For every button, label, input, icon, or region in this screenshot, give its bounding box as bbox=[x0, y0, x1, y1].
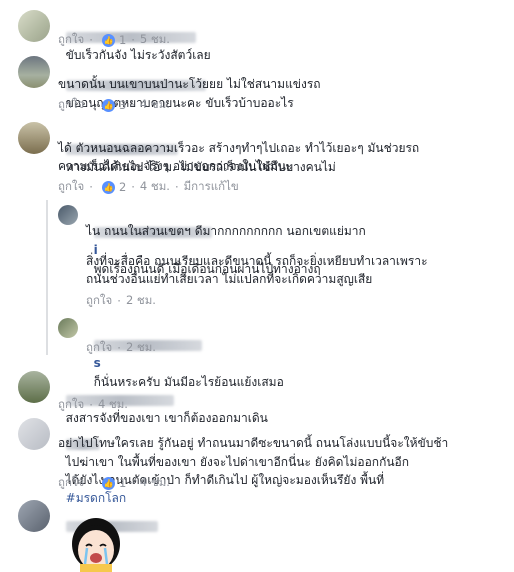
avatar[interactable] bbox=[58, 318, 78, 338]
comment-meta: ถูกใจ · 👍 1 · 5 ชม. bbox=[58, 31, 170, 49]
timestamp[interactable]: 2 ชม. bbox=[126, 339, 156, 357]
comment-line: ความเร็วได้เยอะจริงๆ อย่าบอกว่าจงใบไม่มี… bbox=[58, 159, 293, 173]
crying-girl-sticker bbox=[72, 518, 120, 572]
comment-meta: ถูกใจ · 👍 1 · 4 ชม. bbox=[58, 474, 170, 492]
reply-author-suffix[interactable]: s bbox=[94, 356, 101, 370]
like-link[interactable]: ถูกใจ bbox=[86, 292, 112, 310]
comment-meta: ถูกใจ · 👍 2 · 4 ชม. · มีการแก้ไข bbox=[58, 178, 239, 196]
comment-meta: ถูกใจ · 4 ชม. bbox=[58, 396, 128, 414]
reply-meta: ถูกใจ · 2 ชม. bbox=[86, 292, 156, 310]
reply-line: สิ่งที่จะสื่อคือ ถนนเรียบและดีขนาดนี้ รถ… bbox=[86, 254, 428, 268]
timestamp[interactable]: 4 ชม. bbox=[140, 178, 170, 196]
comment-line: อย่าไปโทษใครเลย รู้กันอยู่ ทำถนนมาดีซะขน… bbox=[58, 436, 449, 450]
thumbs-up-icon: 👍 bbox=[101, 476, 115, 490]
avatar[interactable] bbox=[18, 371, 50, 403]
like-count[interactable]: 1 bbox=[119, 476, 126, 490]
like-link[interactable]: ถูกใจ bbox=[58, 96, 84, 114]
comment-line: ได้ ตัวหนอนฉลอความเร็วอะ สร้างๆทำๆไปเถอะ… bbox=[58, 141, 420, 155]
like-link[interactable]: ถูกใจ bbox=[58, 178, 84, 196]
like-count[interactable]: 1 bbox=[119, 33, 126, 47]
timestamp[interactable]: 2 ชม. bbox=[126, 292, 156, 310]
thumbs-up-icon: 👍 bbox=[101, 98, 115, 112]
reply-line: ถนนช่วงอื่นแย่ทำเสียเวลา ไม่แปลกที่จะเกิ… bbox=[86, 272, 373, 286]
avatar[interactable] bbox=[18, 56, 50, 88]
comment-meta: ถูกใจ · 👍 3 · 4 ชม. bbox=[58, 96, 170, 114]
avatar[interactable] bbox=[18, 418, 50, 450]
timestamp[interactable]: 4 ชม. bbox=[98, 396, 128, 414]
reply-meta: ถูกใจ · 2 ชม. bbox=[86, 339, 156, 357]
like-count[interactable]: 3 bbox=[119, 98, 126, 112]
timestamp[interactable]: 4 ชม. bbox=[140, 474, 170, 492]
timestamp[interactable]: 4 ชม. bbox=[140, 96, 170, 114]
avatar[interactable] bbox=[18, 500, 50, 532]
like-link[interactable]: ถูกใจ bbox=[58, 474, 84, 492]
thumbs-up-icon: 👍 bbox=[101, 33, 115, 47]
thumbs-up-icon: 👍 bbox=[101, 180, 115, 194]
avatar[interactable] bbox=[58, 205, 78, 225]
timestamp[interactable]: 5 ชม. bbox=[140, 31, 170, 49]
like-link[interactable]: ถูกใจ bbox=[58, 396, 84, 414]
reply-thread-line bbox=[46, 200, 48, 355]
comment-line: ขนาดนั้น บนเขาบนป่านะโว้ยยย ไม่ใช่สนามแข… bbox=[58, 77, 321, 91]
avatar[interactable] bbox=[18, 10, 50, 42]
like-link[interactable]: ถูกใจ bbox=[58, 31, 84, 49]
reply-line: ไน ถนนในส่วนเขตฯ ดีมากกกกกกกกก นอกเขตแย่… bbox=[86, 224, 366, 238]
avatar[interactable] bbox=[18, 122, 50, 154]
like-count[interactable]: 2 bbox=[119, 180, 126, 194]
edited-label[interactable]: มีการแก้ไข bbox=[184, 178, 239, 196]
like-link[interactable]: ถูกใจ bbox=[86, 339, 112, 357]
